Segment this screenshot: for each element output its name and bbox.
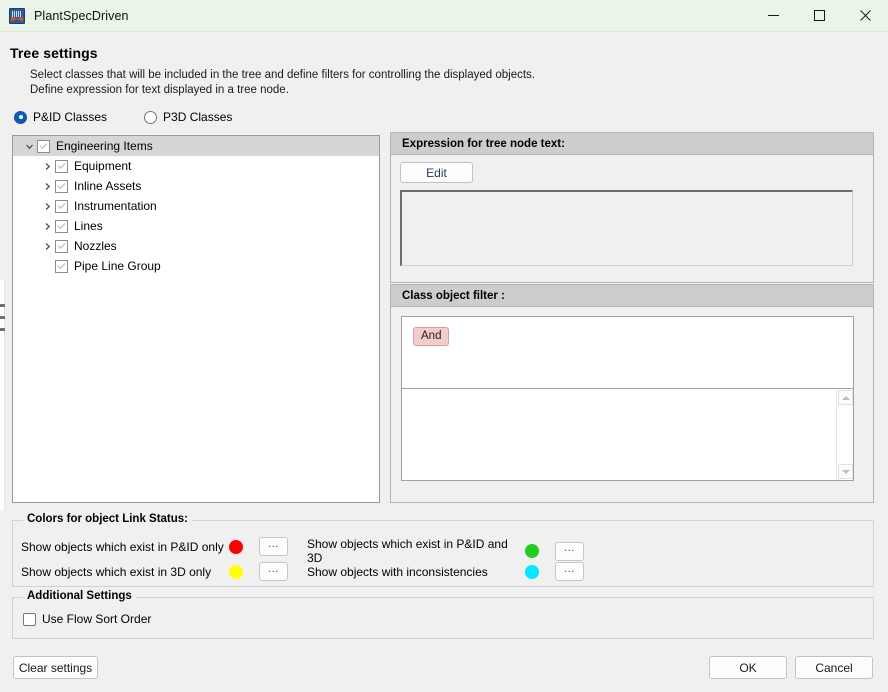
colors-legend: Colors for object Link Status: [23, 513, 193, 525]
chevron-right-icon[interactable] [39, 202, 55, 211]
page-title: Tree settings [10, 45, 98, 61]
scroll-down-icon[interactable] [838, 464, 853, 479]
clear-settings-button[interactable]: Clear settings [13, 656, 98, 679]
color-row-label: Show objects with inconsistencies [307, 564, 488, 579]
minimize-icon[interactable] [750, 0, 796, 31]
color-swatch [229, 539, 243, 554]
color-swatch [229, 564, 243, 579]
color-row-label: Show objects which exist in P&ID only [21, 539, 224, 554]
tree-node-pipe-line-group[interactable]: Pipe Line Group [13, 256, 379, 276]
color-row-pid-and-3d: Show objects which exist in P&ID and 3D … [307, 537, 607, 565]
window-title: PlantSpecDriven [34, 8, 129, 23]
radio-pid-classes[interactable]: P&ID Classes [14, 110, 107, 124]
tree-node-label: Pipe Line Group [74, 259, 161, 273]
color-row-pid-only: Show objects which exist in P&ID only ..… [21, 537, 301, 556]
radio-indicator [144, 110, 158, 124]
color-row-label: Show objects which exist in 3D only [21, 564, 212, 579]
color-row-inconsistencies: Show objects with inconsistencies ... [307, 562, 607, 581]
class-mode-radio-group: P&ID Classes P3D Classes [14, 110, 269, 124]
dialog-content: Tree settings Select classes that will b… [0, 32, 888, 692]
expression-group-header: Expression for tree node text: [391, 133, 873, 155]
tree-node-engineering-items[interactable]: Engineering Items [13, 136, 379, 156]
tree-checkbox[interactable] [55, 259, 68, 273]
class-tree[interactable]: Engineering Items Equipment Inline Asset… [12, 135, 380, 503]
color-picker-button[interactable]: ... [259, 562, 288, 581]
expression-textarea[interactable] [400, 190, 853, 266]
maximize-icon[interactable] [796, 0, 842, 31]
color-picker-button[interactable]: ... [555, 541, 584, 561]
additional-settings-legend: Additional Settings [23, 590, 136, 602]
tree-checkbox[interactable] [55, 239, 68, 253]
filter-expression-canvas[interactable]: And [401, 316, 854, 389]
filter-group-body: And [391, 307, 873, 503]
tree-checkbox[interactable] [55, 159, 68, 173]
filter-group-header: Class object filter : [391, 285, 873, 307]
tree-node-lines[interactable]: Lines [13, 216, 379, 236]
color-picker-button[interactable]: ... [555, 562, 584, 581]
color-swatch [525, 544, 539, 558]
tree-checkbox[interactable] [55, 199, 68, 213]
edit-expression-button[interactable]: Edit [400, 162, 473, 183]
close-icon[interactable] [842, 0, 888, 31]
dialog-window: PlantSpecDriven Tree settings Select cla… [0, 0, 888, 692]
expression-group: Expression for tree node text: Edit [390, 132, 874, 283]
colors-fieldset: Colors for object Link Status: Show obje… [12, 513, 874, 587]
tree-node-label: Lines [74, 219, 103, 233]
tree-node-label: Instrumentation [74, 199, 157, 213]
tree-node-instrumentation[interactable]: Instrumentation [13, 196, 379, 216]
filter-operator-chip[interactable]: And [413, 327, 450, 346]
color-row-3d-only: Show objects which exist in 3D only ... [21, 562, 301, 581]
additional-settings-fieldset: Additional Settings Use Flow Sort Order [12, 590, 874, 639]
tree-node-label: Engineering Items [56, 139, 153, 153]
scroll-up-icon[interactable] [838, 390, 853, 405]
radio-label: P&ID Classes [33, 110, 108, 124]
tree-node-equipment[interactable]: Equipment [13, 156, 379, 176]
filter-details-list[interactable] [401, 389, 854, 481]
checkbox-label: Use Flow Sort Order [42, 612, 152, 626]
expression-group-body: Edit [391, 155, 873, 283]
radio-label: P3D Classes [163, 110, 233, 124]
tree-checkbox[interactable] [55, 219, 68, 233]
tree-node-nozzles[interactable]: Nozzles [13, 236, 379, 256]
radio-indicator [14, 110, 27, 124]
cancel-button[interactable]: Cancel [795, 656, 873, 679]
page-description: Select classes that will be included in … [30, 69, 536, 96]
chevron-down-icon[interactable] [21, 142, 37, 151]
radio-p3d-classes[interactable]: P3D Classes [144, 110, 232, 124]
ok-button[interactable]: OK [709, 656, 787, 679]
chevron-right-icon[interactable] [39, 242, 55, 251]
color-swatch [525, 564, 539, 579]
tree-node-label: Inline Assets [74, 179, 142, 193]
tree-checkbox[interactable] [55, 179, 68, 193]
chevron-right-icon[interactable] [39, 182, 55, 191]
class-object-filter-group: Class object filter : And [390, 284, 874, 503]
background-window-sliver [0, 280, 5, 510]
checkbox-indicator [23, 612, 36, 626]
tree-node-label: Equipment [74, 159, 132, 173]
caption-buttons [750, 0, 888, 31]
title-bar: PlantSpecDriven [0, 0, 888, 32]
chevron-right-icon[interactable] [39, 222, 55, 231]
filter-list-scrollbar[interactable] [836, 389, 853, 480]
plant-app-icon [9, 7, 25, 24]
tree-node-inline-assets[interactable]: Inline Assets [13, 176, 379, 196]
color-picker-button[interactable]: ... [259, 537, 288, 556]
color-row-label: Show objects which exist in P&ID and 3D [307, 537, 508, 565]
tree-node-label: Nozzles [74, 239, 117, 253]
tree-checkbox[interactable] [37, 139, 50, 153]
use-flow-sort-order-checkbox[interactable]: Use Flow Sort Order [23, 612, 151, 626]
chevron-right-icon[interactable] [39, 162, 55, 171]
